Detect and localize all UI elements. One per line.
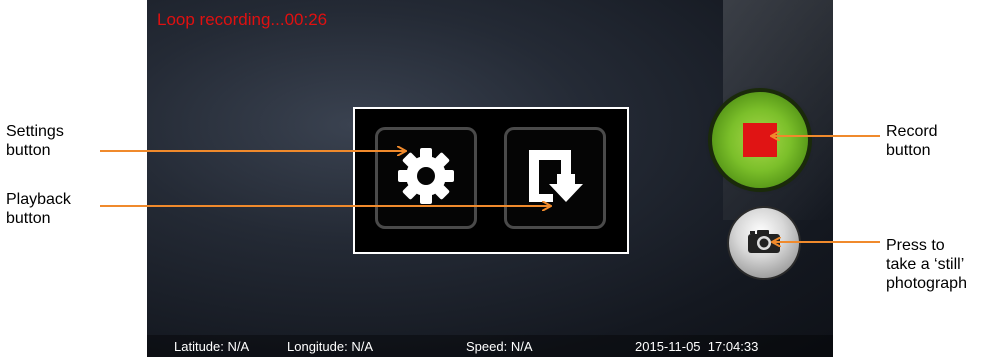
- camera-icon: [747, 228, 781, 259]
- record-callout: Record button: [886, 123, 938, 159]
- still-callout: Press to take a ‘still’ photograph: [886, 237, 967, 292]
- still-photo-button[interactable]: [729, 208, 799, 278]
- recording-status: Loop recording...00:26: [157, 10, 328, 29]
- latitude-readout: Latitude: N/A: [174, 339, 250, 354]
- menu-panel: [353, 107, 629, 254]
- gear-icon: [395, 145, 457, 212]
- playback-button[interactable]: [504, 127, 606, 229]
- longitude-readout: Longitude: N/A: [287, 339, 374, 354]
- status-bar: Latitude: N/A Longitude: N/A Speed: N/A …: [147, 335, 833, 357]
- speed-readout: Speed: N/A: [466, 339, 533, 354]
- datetime-readout: 2015-11-05 17:04:33: [635, 339, 759, 354]
- settings-button[interactable]: [375, 127, 477, 229]
- playback-icon: [523, 144, 587, 213]
- stop-square-icon: [743, 123, 777, 157]
- settings-callout: Settings button: [6, 123, 64, 159]
- record-button[interactable]: [712, 92, 808, 188]
- camera-screen: Loop recording...00:26 Latitude: N/A Lon…: [147, 0, 833, 357]
- playback-callout: Playback button: [6, 191, 71, 227]
